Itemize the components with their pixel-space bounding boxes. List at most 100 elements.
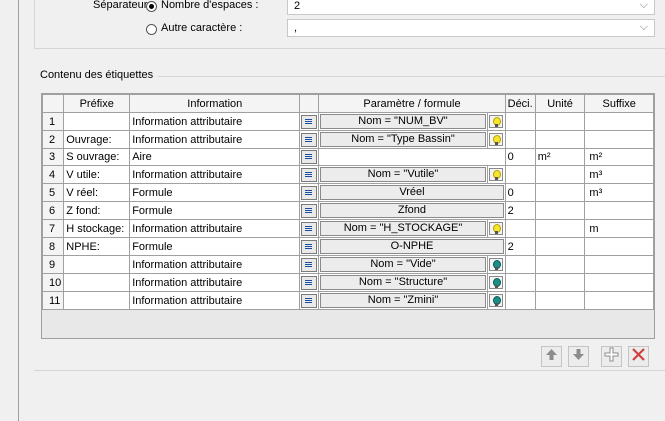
table-row[interactable]: 5V réel: Formule Vréel 0 m³ (41, 183, 654, 202)
header-suffixe[interactable]: Suffixe (584, 94, 654, 113)
list-edit-icon[interactable] (301, 203, 318, 218)
parameter-field[interactable]: Nom = "Vide" (320, 257, 486, 272)
prefix-cell[interactable] (63, 291, 131, 310)
unite-cell[interactable] (534, 112, 586, 131)
bulb-cell[interactable] (486, 112, 506, 131)
edit-button-cell[interactable] (299, 273, 320, 292)
deci-cell[interactable]: 0 (504, 148, 536, 166)
lightbulb-yellow-icon[interactable] (489, 168, 504, 181)
prefix-cell[interactable]: S ouvrage: (63, 148, 131, 166)
list-edit-icon[interactable] (301, 275, 318, 290)
suffixe-cell[interactable] (584, 273, 654, 292)
table-row[interactable]: 8 NPHE: Formule O-NPHE 2 (41, 237, 654, 256)
information-cell[interactable]: Formule (129, 237, 301, 256)
deci-cell[interactable] (504, 165, 536, 184)
prefix-cell[interactable]: Ouvrage: (63, 130, 131, 149)
radio-nombre-espaces[interactable] (146, 1, 157, 12)
deci-cell[interactable] (504, 219, 536, 238)
information-cell[interactable]: Aire (129, 148, 301, 166)
information-cell[interactable]: Information attributaire (129, 112, 301, 131)
parameter-cell[interactable]: Zfond (318, 201, 506, 220)
edit-button-cell[interactable] (299, 255, 320, 274)
arrow-up-icon[interactable] (541, 346, 562, 367)
bulb-cell[interactable] (486, 255, 506, 274)
formula-field[interactable]: Zfond (320, 203, 504, 218)
deci-cell[interactable]: 2 (504, 201, 536, 220)
parameter-field[interactable]: Nom = "Structure" (320, 275, 486, 290)
edit-button-cell[interactable] (299, 201, 320, 220)
information-cell[interactable]: Information attributaire (129, 291, 301, 310)
deci-cell[interactable]: 0 (504, 183, 536, 202)
unite-cell[interactable] (534, 291, 586, 310)
nombre-espaces-combo[interactable]: 2 ⌵ (287, 0, 655, 15)
header-deci[interactable]: Déci. (504, 94, 536, 113)
table-row[interactable]: 1 Information attributaire Nom = "NUM_BV" (41, 112, 654, 131)
parameter-field[interactable]: Nom = "Vutile" (320, 167, 486, 182)
parameter-cell[interactable]: O-NPHE (318, 237, 506, 256)
chevron-down-icon[interactable]: ⌵ (640, 21, 648, 34)
table-row[interactable]: 6Z fond: Formule Zfond 2 (41, 201, 654, 220)
bulb-cell[interactable] (486, 165, 506, 184)
parameter-cell[interactable]: Nom = "Vide" (318, 255, 488, 274)
parameter-cell[interactable]: Vréel (318, 183, 506, 202)
deci-cell[interactable]: 2 (504, 237, 536, 256)
lightbulb-teal-icon[interactable] (489, 294, 504, 307)
list-edit-icon[interactable] (301, 167, 318, 182)
parameter-field[interactable]: Nom = "NUM_BV" (320, 114, 486, 129)
bulb-cell[interactable] (486, 273, 506, 292)
suffixe-cell[interactable] (584, 255, 654, 274)
header-information[interactable]: Information (129, 94, 301, 113)
edit-button-cell[interactable] (299, 183, 320, 202)
prefix-cell[interactable] (63, 273, 131, 292)
edit-button-cell[interactable] (299, 130, 320, 149)
unite-cell[interactable] (534, 183, 586, 202)
information-cell[interactable]: Formule (129, 183, 301, 202)
bulb-cell[interactable] (486, 291, 506, 310)
edit-button-cell[interactable] (299, 148, 320, 166)
information-cell[interactable]: Information attributaire (129, 273, 301, 292)
delete-icon[interactable] (628, 346, 649, 367)
header-unite[interactable]: Unité (534, 94, 586, 113)
list-edit-icon[interactable] (301, 293, 318, 308)
prefix-cell[interactable]: Z fond: (63, 201, 131, 220)
suffixe-cell[interactable] (584, 291, 654, 310)
parameter-cell[interactable]: Nom = "Type Bassin" (318, 130, 488, 149)
edit-button-cell[interactable] (299, 165, 320, 184)
list-edit-icon[interactable] (301, 221, 318, 236)
prefix-cell[interactable] (63, 255, 131, 274)
parameter-field[interactable]: Nom = "Type Bassin" (320, 132, 486, 147)
lightbulb-yellow-icon[interactable] (489, 133, 504, 146)
arrow-down-icon[interactable] (568, 346, 589, 367)
list-edit-icon[interactable] (301, 132, 318, 147)
parameter-cell[interactable] (318, 148, 506, 166)
unite-cell[interactable] (534, 273, 586, 292)
deci-cell[interactable] (504, 255, 536, 274)
lightbulb-yellow-icon[interactable] (489, 222, 504, 235)
edit-button-cell[interactable] (299, 112, 320, 131)
suffixe-cell[interactable]: m² (584, 148, 654, 166)
prefix-cell[interactable]: H stockage: (63, 219, 131, 238)
edit-button-cell[interactable] (299, 291, 320, 310)
unite-cell[interactable] (534, 201, 586, 220)
deci-cell[interactable] (504, 112, 536, 131)
unite-cell[interactable] (534, 219, 586, 238)
parameter-field[interactable]: Nom = "H_STOCKAGE" (320, 221, 486, 236)
suffixe-cell[interactable] (584, 112, 654, 131)
information-cell[interactable]: Information attributaire (129, 255, 301, 274)
radio-autre-caractere[interactable] (146, 24, 157, 35)
autre-caractere-combo[interactable]: , ⌵ (287, 19, 655, 37)
information-cell[interactable]: Information attributaire (129, 130, 301, 149)
parameter-cell[interactable]: Nom = "H_STOCKAGE" (318, 219, 488, 238)
parameter-cell[interactable]: Nom = "Vutile" (318, 165, 488, 184)
lightbulb-teal-icon[interactable] (489, 276, 504, 289)
list-edit-icon[interactable] (301, 185, 318, 200)
unite-cell[interactable] (534, 237, 586, 256)
deci-cell[interactable] (504, 291, 536, 310)
table-row[interactable]: 11 Information attributaire Nom = "Zmini" (41, 291, 654, 310)
parameter-cell[interactable]: Nom = "Zmini" (318, 291, 488, 310)
suffixe-cell[interactable] (584, 201, 654, 220)
parameter-cell[interactable]: Nom = "Structure" (318, 273, 488, 292)
bulb-cell[interactable] (486, 219, 506, 238)
table-row[interactable]: 10 Information attributaire Nom = "Structu… (41, 273, 654, 292)
unite-cell[interactable] (534, 165, 586, 184)
